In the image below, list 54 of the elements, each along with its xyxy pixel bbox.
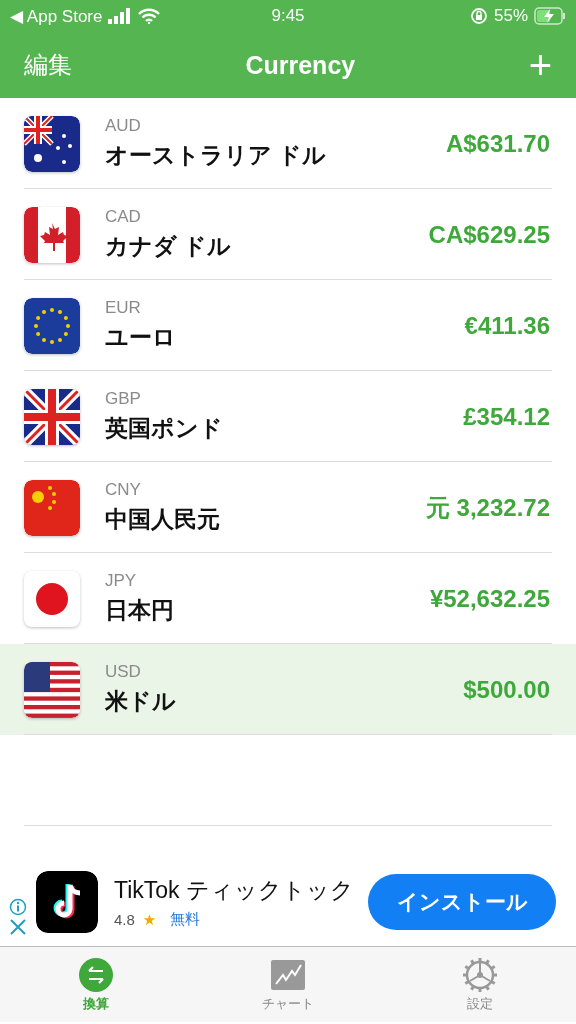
battery-percent: 55% (493, 6, 528, 26)
currency-name: 日本円 (105, 596, 175, 625)
currency-code: AUD (105, 116, 142, 136)
currency-row[interactable]: AUD オーストラリア ドル A$631.70 (0, 98, 576, 189)
currency-name: カナダ ドル (105, 232, 233, 261)
currency-amount: ¥52,632.25 (429, 584, 550, 613)
currency-row[interactable]: EUR ユーロ €411.36 (0, 280, 576, 371)
app-price: 無料 (170, 910, 201, 929)
app-rating: 4.8 (114, 911, 135, 928)
nav-title: Currency (245, 50, 356, 80)
signal-icon (108, 8, 133, 24)
app-icon[interactable] (36, 871, 98, 933)
currency-code: CNY (105, 480, 142, 500)
flag-icon (24, 570, 80, 627)
convert-icon (78, 956, 114, 993)
tab[interactable]: チャート (192, 947, 384, 1022)
status-time: 9:45 (271, 6, 305, 26)
currency-amount: CA$629.25 (428, 220, 550, 249)
currency-amount: $500.00 (463, 675, 550, 704)
currency-amount: A$631.70 (445, 129, 550, 158)
currency-amount: 元 3,232.72 (425, 492, 550, 523)
flag-icon (24, 388, 80, 445)
currency-name: 英国ポンド (105, 414, 224, 443)
currency-row[interactable]: JPY 日本円 ¥52,632.25 (0, 553, 576, 644)
currency-code: CAD (105, 207, 142, 227)
currency-code: GBP (105, 389, 142, 409)
currency-code: USD (105, 662, 142, 682)
flag-icon (24, 661, 80, 718)
currency-row[interactable]: USD 米ドル $500.00 (0, 644, 576, 735)
flag-icon (24, 297, 80, 354)
install-button[interactable]: インストール (368, 874, 556, 930)
gear-icon (462, 956, 498, 993)
currency-row[interactable]: CNY 中国人民元 元 3,232.72 (0, 462, 576, 553)
flag-icon (24, 479, 80, 536)
flag-icon (24, 206, 80, 263)
currency-code: JPY (105, 571, 138, 591)
currency-row[interactable]: GBP 英国ポンド £354.12 (0, 371, 576, 462)
currency-name: オーストラリア ドル (105, 141, 328, 170)
rotation-lock-icon (469, 7, 488, 25)
currency-code: EUR (105, 298, 142, 318)
currency-name: 米ドル (105, 687, 177, 716)
flag-icon (24, 115, 80, 172)
battery-icon (534, 7, 566, 25)
currency-amount: £354.12 (463, 402, 550, 431)
currency-row[interactable]: CAD カナダ ドル CA$629.25 (0, 189, 576, 280)
app-name: TikTok ティックトック (114, 876, 355, 905)
currency-name: 中国人民元 (105, 505, 221, 534)
close-icon[interactable] (9, 918, 27, 936)
wifi-icon (138, 8, 161, 24)
star-icon: ★ (142, 910, 157, 929)
tab[interactable]: 設定 (384, 947, 576, 1022)
currency-amount: €411.36 (464, 311, 550, 340)
currency-name: ユーロ (105, 323, 177, 352)
info-icon[interactable] (9, 898, 27, 916)
